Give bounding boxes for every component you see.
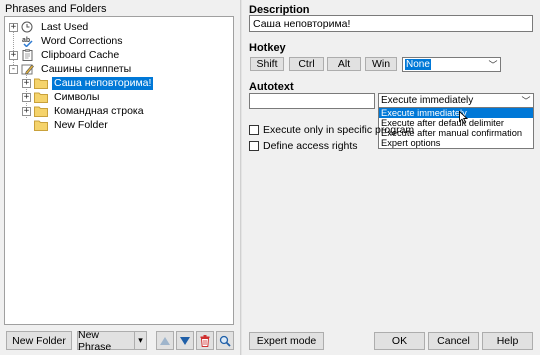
description-input[interactable]: Саша неповторима! <box>249 15 533 32</box>
autotext-input[interactable] <box>249 93 375 109</box>
specific-program-label: Execute only in specific program <box>263 124 415 136</box>
move-down-icon <box>180 336 190 345</box>
mouse-cursor-icon <box>459 111 468 124</box>
win-toggle-button[interactable]: Win <box>365 57 397 71</box>
move-up-button[interactable] <box>156 331 174 350</box>
tree-item-label: Символы <box>54 90 100 103</box>
delete-icon <box>200 334 210 347</box>
tree-item-komandnaya-stroka[interactable]: + Командная строка <box>22 104 146 118</box>
expert-mode-button[interactable]: Expert mode <box>249 332 324 350</box>
search-button[interactable] <box>216 331 234 350</box>
move-down-button[interactable] <box>176 331 194 350</box>
clock-icon <box>21 21 33 33</box>
expand-icon[interactable]: + <box>22 92 31 102</box>
tree-item-label: Саша неповторима! <box>52 76 154 90</box>
clipboard-icon <box>22 49 33 61</box>
folder-icon <box>34 106 48 117</box>
tree-item-last-used[interactable]: + Last Used <box>9 20 90 34</box>
cancel-button[interactable]: Cancel <box>428 332 479 350</box>
chevron-down-icon[interactable]: ﹀ <box>519 94 533 107</box>
tree-item-simvoly[interactable]: + Символы <box>22 90 101 104</box>
specific-program-checkbox[interactable] <box>249 125 259 135</box>
collapse-icon[interactable]: - <box>9 64 18 74</box>
access-rights-label: Define access rights <box>263 140 358 152</box>
folder-icon <box>34 78 48 89</box>
alt-toggle-button[interactable]: Alt <box>327 57 361 71</box>
ok-button[interactable]: OK <box>374 332 425 350</box>
tree-item-label: Last Used <box>41 20 89 33</box>
tree-item-label: Clipboard Cache <box>41 48 120 61</box>
hotkey-label: Hotkey <box>249 42 286 54</box>
move-up-icon <box>160 336 170 345</box>
expand-icon[interactable]: + <box>22 78 31 88</box>
shift-toggle-button[interactable]: Shift <box>250 57 284 71</box>
spellcheck-icon: ab <box>22 37 33 47</box>
folder-icon <box>34 120 48 131</box>
panel-splitter[interactable] <box>240 0 242 355</box>
expand-placeholder <box>9 37 18 46</box>
specific-program-option[interactable]: Execute only in specific program <box>249 124 414 136</box>
expand-icon[interactable]: + <box>9 50 18 60</box>
tree-item-sashiny-snippety[interactable]: - Сашины сниппеты <box>9 62 133 76</box>
pen-folder-icon <box>21 64 34 75</box>
new-phrase-button[interactable]: New Phrase <box>77 329 135 353</box>
hotkey-key-value: None <box>405 59 431 70</box>
ctrl-toggle-button[interactable]: Ctrl <box>289 57 324 71</box>
execute-mode-value: Execute immediately <box>381 95 474 106</box>
new-phrase-dropdown-button[interactable]: ▾ <box>134 331 147 350</box>
tree-item-word-corrections[interactable]: ab Word Corrections <box>9 34 125 48</box>
svg-text:ab: ab <box>22 37 30 44</box>
hotkey-key-select[interactable]: None ﹀ <box>402 57 501 72</box>
tree-item-label: Word Corrections <box>41 34 123 47</box>
expand-icon[interactable]: + <box>22 106 31 116</box>
expand-icon[interactable]: + <box>9 22 18 32</box>
access-rights-checkbox[interactable] <box>249 141 259 151</box>
chevron-down-icon[interactable]: ﹀ <box>486 58 500 71</box>
access-rights-option[interactable]: Define access rights <box>249 140 358 152</box>
execute-mode-select[interactable]: Execute immediately ﹀ <box>378 93 534 108</box>
search-icon <box>219 335 231 347</box>
tree-item-clipboard-cache[interactable]: + Clipboard Cache <box>9 48 121 62</box>
expand-placeholder <box>22 121 31 130</box>
folder-icon <box>34 92 48 103</box>
tree-item-new-folder[interactable]: New Folder <box>22 118 110 132</box>
phrases-folders-title: Phrases and Folders <box>5 3 107 15</box>
phrase-tree[interactable]: + Last Used ab Word Corrections + Clipbo… <box>4 16 234 325</box>
tree-item-label: Сашины сниппеты <box>41 62 132 75</box>
tree-item-sasha-nepovtorima[interactable]: + Саша неповторима! <box>22 76 154 90</box>
new-folder-button[interactable]: New Folder <box>6 331 72 350</box>
tree-item-label: New Folder <box>54 118 108 131</box>
delete-button[interactable] <box>196 331 214 350</box>
help-button[interactable]: Help <box>482 332 533 350</box>
autotext-label: Autotext <box>249 81 294 93</box>
tree-item-label: Командная строка <box>54 104 144 117</box>
execute-option-expert[interactable]: Expert options <box>379 138 533 148</box>
execute-option-immediately[interactable]: Execute immediately <box>379 108 533 118</box>
